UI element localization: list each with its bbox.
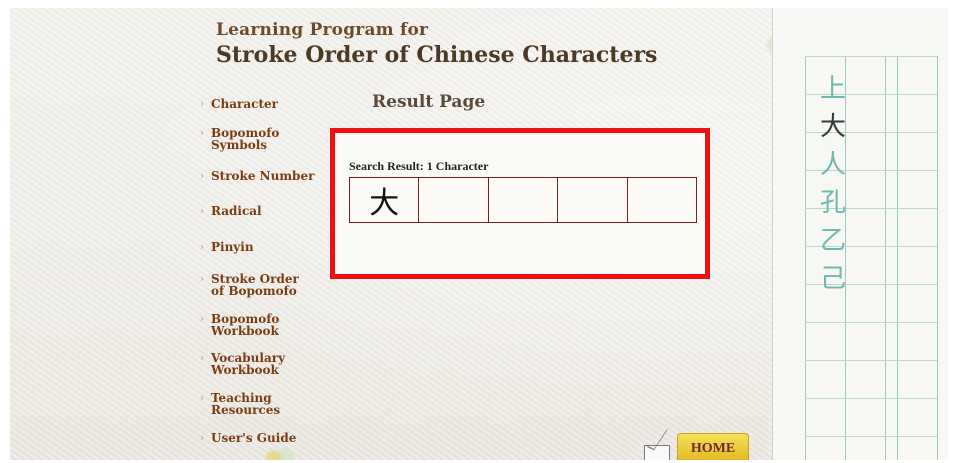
result-page-title-text: Result Page: [372, 92, 486, 112]
result-cell: [487, 178, 557, 222]
chevron-right-icon: ›: [200, 206, 204, 217]
notebook-char: 大: [819, 112, 846, 142]
home-button[interactable]: HOME: [677, 433, 749, 460]
notebook-char: 己: [819, 264, 846, 294]
flower-decoration: [258, 444, 298, 460]
chevron-right-icon: ›: [200, 393, 204, 404]
chevron-right-icon: ›: [200, 314, 204, 325]
envelope-icon[interactable]: [644, 445, 670, 460]
notebook-char: 上: [819, 74, 846, 104]
notebook-decoration: 上 大 人 孔 乙 己: [772, 8, 948, 460]
chevron-right-icon: ›: [200, 433, 204, 444]
chevron-right-icon: ›: [200, 99, 204, 110]
notebook-char: 乙: [819, 226, 846, 256]
chevron-right-icon: ›: [200, 274, 204, 285]
result-panel: Search Result: 1 Character 大: [330, 128, 710, 279]
chevron-right-icon: ›: [200, 128, 204, 139]
search-result-label: Search Result: 1 Character: [349, 159, 489, 173]
app-title-line1: Learning Program for: [216, 20, 429, 40]
app-background: Learning Program for Stroke Order of Chi…: [10, 8, 948, 460]
chevron-right-icon: ›: [200, 171, 204, 182]
result-character-grid: 大: [349, 177, 697, 223]
result-cell[interactable]: 大: [350, 178, 418, 222]
notebook-char: 人: [819, 150, 846, 180]
notebook-char: 孔: [819, 188, 846, 218]
chevron-right-icon: ›: [200, 353, 204, 364]
result-cell: [557, 178, 626, 222]
result-cell: [418, 178, 487, 222]
app-title-line2: Stroke Order of Chinese Characters: [216, 42, 658, 68]
result-cell: [626, 178, 696, 222]
chevron-right-icon: ›: [200, 242, 204, 253]
